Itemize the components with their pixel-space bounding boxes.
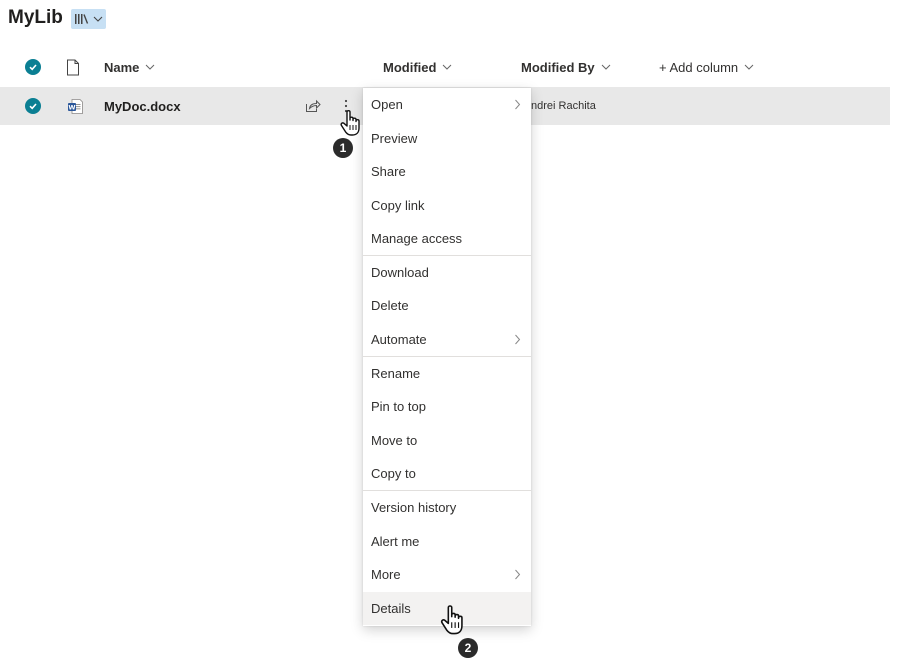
modified-by-value: ndrei Rachita [531,100,596,112]
menu-item-open[interactable]: Open [363,88,531,121]
modified-by-header-label: Modified By [521,59,595,75]
chevron-down-icon [601,64,611,70]
modified-by-cell: ndrei Rachita [531,87,596,125]
menu-item-copy-link[interactable]: Copy link [363,189,531,222]
menu-item-label: Rename [371,366,421,381]
view-switcher[interactable] [70,9,106,29]
menu-item-label: Version history [371,500,457,515]
menu-item-label: Alert me [371,534,420,549]
menu-item-label: Share [371,164,406,179]
step-callout-2: 2 [458,638,478,658]
name-column-header[interactable]: Name [104,52,155,82]
file-type-cell: W [67,87,84,125]
step-callout-1: 1 [333,138,353,158]
menu-item-label: Details [371,601,411,616]
menu-item-label: Download [371,265,429,280]
library-icon [74,14,89,24]
menu-item-copy-to[interactable]: Copy to [363,457,531,490]
chevron-right-icon [515,334,521,345]
word-file-icon: W [68,98,83,114]
chevron-down-icon [146,64,155,70]
chevron-down-icon [443,64,452,70]
menu-item-version-history[interactable]: Version history [363,491,531,524]
file-type-column-header[interactable] [66,52,80,82]
context-menu: Open Preview Share Copy link Manage acce… [363,88,531,626]
menu-item-more[interactable]: More [363,558,531,591]
add-column-label: + Add column [659,59,739,75]
menu-item-automate[interactable]: Automate [363,323,531,356]
menu-item-label: Copy link [371,198,425,213]
select-all-checkbox[interactable] [25,52,41,82]
share-icon [306,99,321,112]
menu-item-manage-access[interactable]: Manage access [363,222,531,255]
callout-number: 1 [339,141,347,155]
library-title: MyLib [8,7,63,28]
menu-item-label: Delete [371,298,409,313]
row-select-checkbox[interactable] [25,87,41,125]
menu-item-label: Move to [371,433,418,448]
menu-item-share[interactable]: Share [363,155,531,188]
library-header: MyLib [8,7,106,29]
menu-item-delete[interactable]: Delete [363,289,531,322]
check-circle-icon [25,59,41,75]
file-name-link[interactable]: MyDoc.docx [104,87,181,125]
menu-item-label: Open [371,97,403,112]
hand-cursor-icon [340,109,360,136]
menu-item-label: Preview [371,131,418,146]
modified-by-column-header[interactable]: Modified By [521,52,611,82]
menu-item-label: Copy to [371,466,416,481]
callout-number: 2 [464,641,472,655]
share-button[interactable] [305,87,321,125]
document-icon [67,59,79,75]
menu-item-label: Pin to top [371,399,426,414]
chevron-right-icon [515,99,521,110]
svg-text:W: W [68,103,75,111]
chevron-down-icon [744,64,754,70]
check-circle-icon [25,98,41,114]
modified-column-header[interactable]: Modified [383,52,452,82]
menu-item-label: Manage access [371,231,463,246]
add-column-button[interactable]: + Add column [659,52,754,82]
menu-item-alert-me[interactable]: Alert me [363,525,531,558]
menu-item-rename[interactable]: Rename [363,357,531,390]
chevron-right-icon [515,569,521,580]
menu-item-label: More [371,567,401,582]
menu-item-download[interactable]: Download [363,256,531,289]
chevron-down-icon [93,16,103,22]
menu-item-move-to[interactable]: Move to [363,424,531,457]
menu-item-pin-to-top[interactable]: Pin to top [363,390,531,423]
hand-cursor-icon [440,605,463,635]
menu-item-label: Automate [371,332,427,347]
menu-item-preview[interactable]: Preview [363,122,531,155]
file-name: MyDoc.docx [104,98,181,114]
modified-header-label: Modified [383,59,437,75]
column-header-row: Name Modified Modified By + Add column [0,52,904,82]
name-header-label: Name [104,59,140,75]
